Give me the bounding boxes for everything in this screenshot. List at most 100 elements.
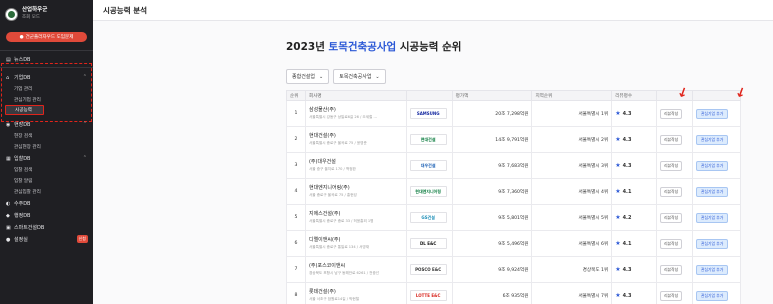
rank-cell: 6 — [286, 230, 306, 257]
sidebar-item-site[interactable]: ◉ 현장DB ⌃ — [0, 118, 93, 130]
company-cell: 지에스건설(주) 서울특별시 종로구 종로 33 / 허윤홍외 1명 — [304, 204, 407, 231]
region-rank-cell: 경상북도 1위 — [531, 256, 613, 283]
sidebar-item-smart[interactable]: ▣ 스마트건설DB — [0, 221, 93, 233]
sidebar-sub-interest-bid[interactable]: 관심입찰 관리 — [0, 186, 93, 197]
write-review-button[interactable]: 리뷰작성 — [660, 212, 683, 223]
col-company: 회사명 — [304, 90, 407, 101]
rank-cell: 3 — [286, 152, 306, 179]
table-row: 8 롯데건설(주) 서울 서초구 잠원로14길 / 박현철 LOTTE E&C 6조 9… — [286, 282, 741, 304]
table-row: 3 (주)대우건설 서울 중구 을지로 170 / 백정완 대우건설 9조 7,683억… — [286, 152, 741, 179]
sidebar-sub-interest-site[interactable]: 관심현장 관리 — [0, 141, 93, 152]
company-logo: GS건설 — [409, 212, 447, 223]
write-review-button[interactable]: 리뷰작성 — [660, 238, 683, 249]
add-interest-button[interactable]: 관심기업 추가 — [696, 290, 729, 301]
star-icon: ★ — [615, 110, 621, 117]
star-icon: ★ — [615, 240, 621, 247]
rank-cell: 5 — [286, 204, 306, 231]
rank-cell: 1 — [286, 100, 306, 127]
add-interest-button[interactable]: 관심기업 추가 — [696, 186, 729, 197]
brand: 산업하우군 조회 모드 — [0, 0, 93, 26]
logo-cell: DL E&C — [405, 230, 453, 257]
company-address: 서울특별시 강동구 상일로6길 26 / 오세철 ... — [308, 114, 377, 119]
write-review-button[interactable]: 리뷰작성 — [660, 186, 683, 197]
sidebar-sub-bid-alert[interactable]: 입찰 알림 — [0, 175, 93, 186]
sidebar-item-settings[interactable]: ● 설정실 신청 — [0, 233, 93, 245]
add-interest-button[interactable]: 관심기업 추가 — [696, 108, 729, 119]
company-cell: 현대엔지니어링(주) 서울 종로구 율곡로 75 / 홍현성 — [304, 178, 407, 205]
guide-button[interactable]: ● 건군플러자우드 도임문제 — [6, 32, 87, 42]
star-icon: ★ — [615, 266, 621, 273]
add-interest-button[interactable]: 관심기업 추가 — [696, 238, 729, 249]
industry-select[interactable]: 종합건설업 ⌄ — [286, 69, 330, 84]
company-name[interactable]: 지에스건설(주) — [309, 211, 403, 218]
company-address: 경상북도 포항시 남구 동해안로 6261 / 전중선 — [308, 270, 380, 275]
company-name[interactable]: 삼성물산(주) — [309, 107, 403, 114]
sidebar-item-order[interactable]: ◐ 수주DB — [0, 197, 93, 209]
star-icon: ★ — [615, 136, 621, 143]
region-rank-cell: 서울특별시 4위 — [531, 178, 613, 205]
amount-cell: 9조 5,496억원 — [451, 230, 533, 257]
rank-cell: 4 — [286, 178, 306, 205]
amount-cell: 14조 9,791억원 — [451, 126, 533, 153]
region-rank-cell: 서울특별시 2위 — [531, 126, 613, 153]
page-title: 2023년 토목건축공사업 시공능력 순위 — [286, 41, 462, 53]
add-interest-button[interactable]: 관심기업 추가 — [696, 264, 729, 275]
review-cell: 리뷰작성 — [656, 230, 694, 257]
order-icon: ◐ — [6, 200, 11, 207]
table-row: 6 디엘이앤씨(주) 서울특별시 종로구 통일로 134 / 서영재 DL E&C 9조… — [286, 230, 741, 257]
star-icon: ★ — [615, 292, 621, 299]
col-logo — [405, 90, 453, 101]
company-name[interactable]: 현대엔지니어링(주) — [309, 185, 403, 192]
rating-cell: ★ 4.3 — [611, 282, 658, 304]
add-cell: 관심기업 추가 — [692, 282, 741, 304]
company-cell: 롯데건설(주) 서울 서초구 잠원로14길 / 박현철 — [304, 282, 407, 304]
company-logo: 현대엔지니어링 — [409, 186, 447, 197]
company-name[interactable]: 디엘이앤씨(주) — [309, 237, 403, 244]
company-name[interactable]: 현대건설(주) — [309, 133, 403, 140]
table-row: 4 현대엔지니어링(주) 서울 종로구 율곡로 75 / 홍현성 현대엔지니어링 9조 … — [286, 178, 741, 205]
rating-cell: ★ 4.3 — [611, 100, 658, 127]
amount-cell: 9조 5,801억원 — [451, 204, 533, 231]
company-address: 서울 중구 을지로 170 / 백정완 — [308, 166, 356, 171]
rank-cell: 8 — [286, 282, 306, 304]
col-rank: 순위 — [286, 90, 306, 101]
add-cell: 관심기업 추가 — [692, 100, 741, 127]
chevron-down-icon: ⌄ — [319, 73, 324, 80]
region-rank-cell: 서울특별시 3위 — [531, 152, 613, 179]
company-address: 서울특별시 종로구 율곡로 75 / 윤영준 — [308, 140, 367, 145]
write-review-button[interactable]: 리뷰작성 — [660, 108, 683, 119]
write-review-button[interactable]: 리뷰작성 — [660, 134, 683, 145]
company-logo: 현대건설 — [409, 134, 447, 145]
rank-cell: 2 — [286, 126, 306, 153]
add-interest-button[interactable]: 관심기업 추가 — [696, 134, 729, 145]
write-review-button[interactable]: 리뷰작성 — [660, 290, 683, 301]
filters: 종합건설업 ⌄ 토목건축공사업 ⌄ — [286, 69, 773, 84]
company-name[interactable]: 롯데건설(주) — [309, 289, 403, 296]
sidebar-item-admin[interactable]: ◆ 행정DB — [0, 209, 93, 221]
col-region: 지역순위 — [531, 90, 613, 101]
rating-cell: ★ 4.2 — [611, 204, 658, 231]
sidebar-sub-bid-search[interactable]: 입찰 검색 — [0, 164, 93, 175]
brand-title: 산업하우군 — [22, 7, 48, 13]
category-select[interactable]: 토목건축공사업 ⌄ — [333, 69, 386, 84]
table-row: 5 지에스건설(주) 서울특별시 종로구 종로 33 / 허윤홍외 1명 GS건설 9조… — [286, 204, 741, 231]
company-name[interactable]: (주)대우건설 — [309, 159, 403, 166]
amount-cell: 9조 7,683억원 — [451, 152, 533, 179]
write-review-button[interactable]: 리뷰작성 — [660, 160, 683, 171]
company-address: 서울 서초구 잠원로14길 / 박현철 — [308, 296, 359, 301]
sidebar-item-bid[interactable]: ▦ 입찰DB ⌃ — [0, 152, 93, 164]
add-interest-button[interactable]: 관심기업 추가 — [696, 160, 729, 171]
write-review-button[interactable]: 리뷰작성 — [660, 264, 683, 275]
logo-cell: GS건설 — [405, 204, 453, 231]
company-name[interactable]: (주)포스코이앤씨 — [309, 263, 403, 270]
company-logo: 대우건설 — [409, 160, 447, 171]
sidebar-sub-site-search[interactable]: 현장 검색 — [0, 130, 93, 141]
admin-icon: ◆ — [6, 212, 10, 219]
region-rank-cell: 서울특별시 7위 — [531, 282, 613, 304]
add-cell: 관심기업 추가 — [692, 256, 741, 283]
add-cell: 관심기업 추가 — [692, 152, 741, 179]
rating-cell: ★ 4.1 — [611, 230, 658, 257]
review-cell: 리뷰작성 — [656, 100, 694, 127]
add-interest-button[interactable]: 관심기업 추가 — [696, 212, 729, 223]
company-cell: (주)대우건설 서울 중구 을지로 170 / 백정완 — [304, 152, 407, 179]
